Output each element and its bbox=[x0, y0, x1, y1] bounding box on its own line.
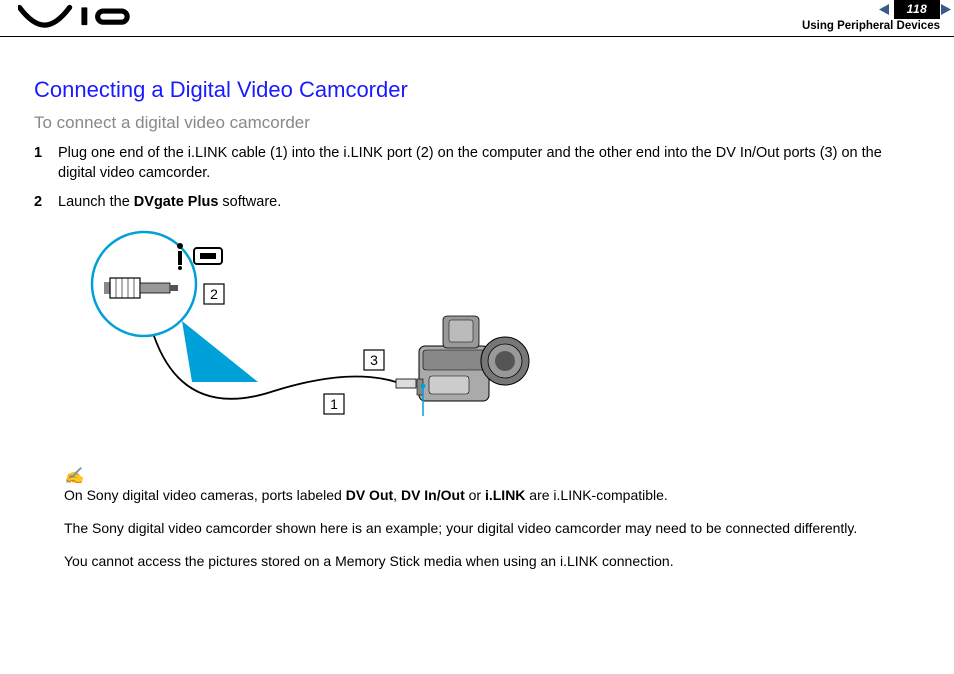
page-title: Connecting a Digital Video Camcorder bbox=[34, 77, 920, 103]
step-text: Plug one end of the i.LINK cable (1) int… bbox=[58, 143, 920, 184]
step-2: 2 Launch the DVgate Plus software. bbox=[34, 192, 920, 212]
step-number: 1 bbox=[34, 143, 58, 184]
prev-page-arrow[interactable] bbox=[878, 3, 890, 16]
note-3: You cannot access the pictures stored on… bbox=[64, 552, 920, 571]
step-1: 1 Plug one end of the i.LINK cable (1) i… bbox=[34, 143, 920, 184]
camcorder-illustration bbox=[417, 316, 529, 416]
section-title: Using Peripheral Devices bbox=[802, 20, 940, 32]
step-number: 2 bbox=[34, 192, 58, 212]
page-subtitle: To connect a digital video camcorder bbox=[34, 113, 920, 133]
note-icon: ✍ bbox=[64, 466, 920, 486]
next-page-arrow[interactable] bbox=[940, 3, 952, 16]
notes-block: ✍ On Sony digital video cameras, ports l… bbox=[64, 466, 920, 571]
note-2: The Sony digital video camcorder shown h… bbox=[64, 519, 920, 538]
callout-2: 2 bbox=[210, 286, 218, 302]
page-number-badge: 118 bbox=[894, 0, 940, 19]
callout-3: 3 bbox=[370, 352, 378, 368]
step-text: Launch the DVgate Plus software. bbox=[58, 192, 281, 212]
page-header: 118 Using Peripheral Devices bbox=[0, 0, 954, 37]
page-content: Connecting a Digital Video Camcorder To … bbox=[0, 37, 954, 571]
vaio-logo bbox=[18, 4, 136, 30]
note-1: On Sony digital video cameras, ports lab… bbox=[64, 486, 920, 505]
callout-1: 1 bbox=[330, 396, 338, 412]
connection-diagram: 2 1 3 bbox=[64, 226, 920, 446]
